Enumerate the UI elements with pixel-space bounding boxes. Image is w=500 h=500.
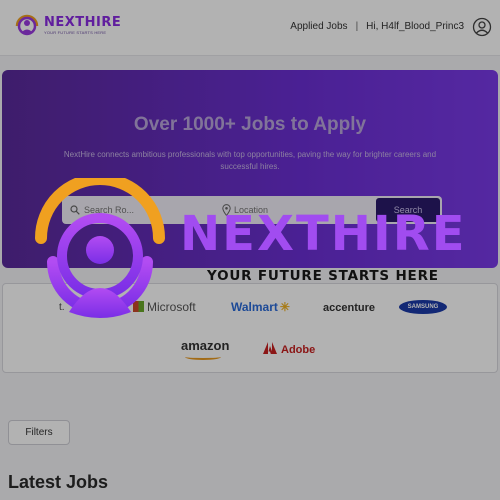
- splash-tagline: YOUR FUTURE STARTS HERE: [207, 268, 439, 284]
- splash-brand-name: NEXTHIRE: [180, 206, 467, 262]
- splash-logo-icon: [35, 178, 165, 318]
